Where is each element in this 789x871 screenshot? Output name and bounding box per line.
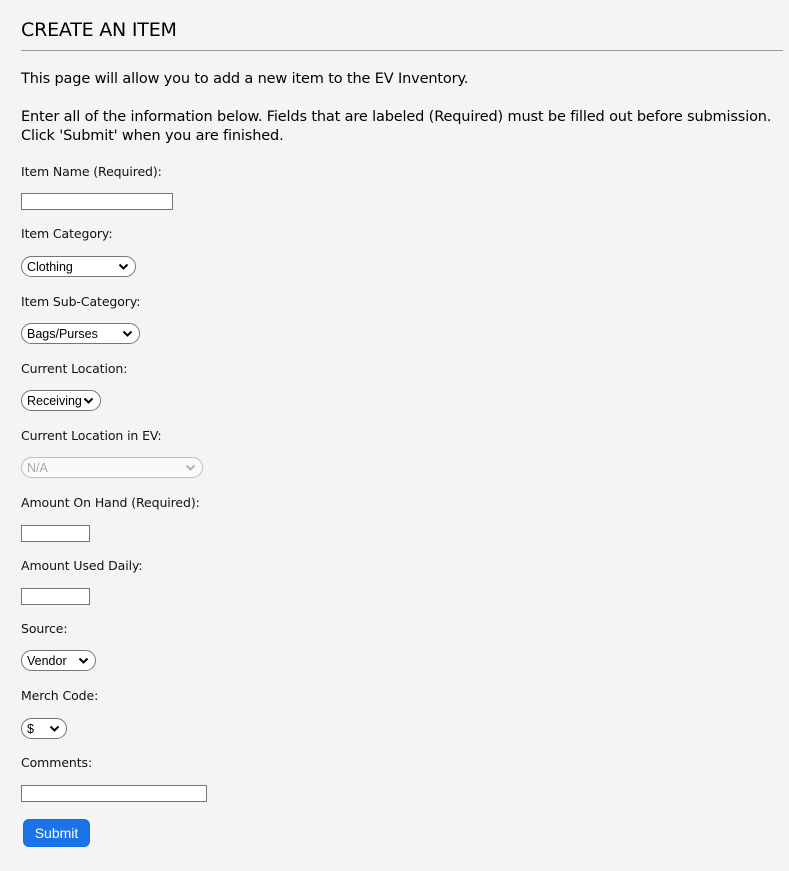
chevron-down-icon bbox=[82, 395, 94, 407]
source-select[interactable]: Vendor bbox=[21, 650, 96, 671]
current-location-ev-select: N/A bbox=[21, 457, 203, 478]
chevron-down-icon bbox=[77, 655, 89, 667]
current-location-value: Receiving bbox=[27, 393, 82, 408]
current-location-ev-label: Current Location in EV: bbox=[21, 428, 162, 443]
amount-on-hand-input[interactable] bbox=[21, 525, 90, 542]
item-name-label: Item Name (Required): bbox=[21, 164, 162, 179]
amount-used-daily-input[interactable] bbox=[21, 588, 90, 605]
comments-label: Comments: bbox=[21, 755, 93, 770]
page-title: CREATE AN ITEM bbox=[21, 19, 177, 41]
source-label: Source: bbox=[21, 621, 68, 636]
chevron-down-icon bbox=[184, 462, 196, 474]
amount-used-daily-label: Amount Used Daily: bbox=[21, 558, 143, 573]
amount-on-hand-label: Amount On Hand (Required): bbox=[21, 495, 200, 510]
current-location-select[interactable]: Receiving bbox=[21, 390, 101, 411]
intro-line-1: This page will allow you to add a new it… bbox=[21, 71, 469, 87]
chevron-down-icon bbox=[117, 261, 129, 273]
source-value: Vendor bbox=[27, 653, 67, 668]
current-location-label: Current Location: bbox=[21, 361, 128, 376]
intro-line-2: Enter all of the information below. Fiel… bbox=[21, 109, 772, 144]
chevron-down-icon bbox=[121, 328, 133, 340]
merch-code-select[interactable]: $ bbox=[21, 718, 67, 739]
current-location-ev-value: N/A bbox=[27, 460, 48, 475]
merch-code-label: Merch Code: bbox=[21, 688, 99, 703]
merch-code-value: $ bbox=[27, 721, 34, 736]
item-subcategory-value: Bags/Purses bbox=[27, 326, 98, 341]
item-subcategory-select[interactable]: Bags/Purses bbox=[21, 323, 140, 344]
item-category-value: Clothing bbox=[27, 259, 73, 274]
item-category-label: Item Category: bbox=[21, 226, 113, 241]
item-subcategory-label: Item Sub-Category: bbox=[21, 294, 141, 309]
chevron-down-icon bbox=[48, 723, 60, 735]
comments-input[interactable] bbox=[21, 785, 207, 802]
item-name-input[interactable] bbox=[21, 193, 173, 210]
submit-button[interactable]: Submit bbox=[23, 819, 90, 847]
title-divider bbox=[21, 50, 783, 51]
item-category-select[interactable]: Clothing bbox=[21, 256, 136, 277]
intro-text: This page will allow you to add a new it… bbox=[21, 70, 783, 146]
